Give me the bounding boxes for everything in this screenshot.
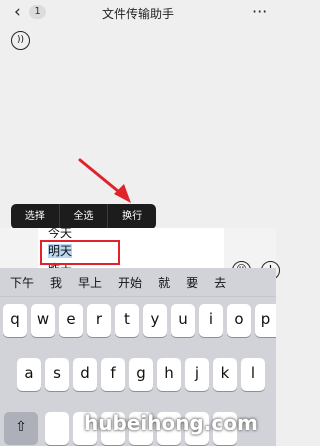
key-w[interactable]: w: [31, 304, 55, 337]
key-g[interactable]: g: [129, 358, 153, 391]
key-k[interactable]: k: [213, 358, 237, 391]
key-j[interactable]: j: [185, 358, 209, 391]
candidate-word[interactable]: 早上: [78, 274, 102, 291]
key-f[interactable]: f: [101, 358, 125, 391]
candidate-word[interactable]: 下午: [10, 274, 34, 291]
key-z[interactable]: [45, 412, 69, 445]
key-r[interactable]: r: [87, 304, 111, 337]
voice-icon[interactable]: )): [11, 31, 30, 50]
key-s[interactable]: s: [45, 358, 69, 391]
key-e[interactable]: e: [59, 304, 83, 337]
candidate-word[interactable]: 开始: [118, 274, 142, 291]
key-l[interactable]: l: [241, 358, 265, 391]
key-i[interactable]: i: [199, 304, 223, 337]
candidate-word[interactable]: 我: [50, 274, 62, 291]
key-h[interactable]: h: [157, 358, 181, 391]
key-o[interactable]: o: [227, 304, 251, 337]
candidate-word[interactable]: 就: [158, 274, 170, 291]
key-d[interactable]: d: [73, 358, 97, 391]
key-u[interactable]: u: [171, 304, 195, 337]
candidate-word[interactable]: 去: [214, 274, 226, 291]
key-a[interactable]: a: [17, 358, 41, 391]
highlight-box-annotation: [40, 240, 120, 265]
candidate-word[interactable]: 要: [186, 274, 198, 291]
key-t[interactable]: t: [115, 304, 139, 337]
shift-icon[interactable]: ⇧: [4, 412, 38, 445]
candidate-bar: 下午 我 早上 开始 就 要 去: [0, 268, 276, 296]
watermark-text: hubeihong.com: [84, 411, 258, 435]
key-y[interactable]: y: [143, 304, 167, 337]
key-q[interactable]: q: [3, 304, 27, 337]
key-p[interactable]: p: [255, 304, 276, 337]
candidate-divider: [0, 296, 276, 297]
